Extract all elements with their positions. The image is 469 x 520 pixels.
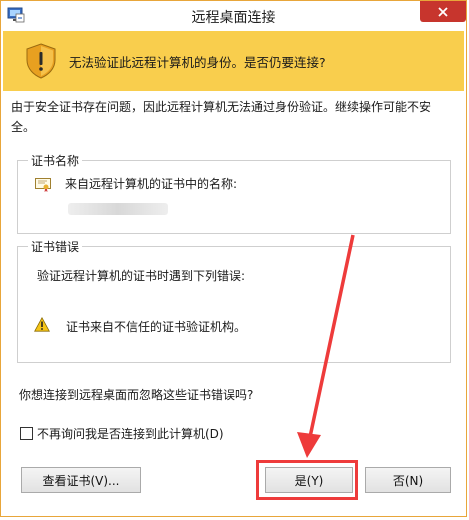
yes-button[interactable]: 是(Y) <box>265 467 353 493</box>
cert-error-group: 证书错误 验证远程计算机的证书时遇到下列错误: 证书来自不信任的证书验证机构。 <box>17 238 451 363</box>
cert-name-group-label: 证书名称 <box>28 152 83 169</box>
cert-name-group: 证书名称 来自远程计算机的证书中的名称: <box>17 152 451 234</box>
warning-triangle-icon <box>34 317 50 332</box>
cert-error-intro: 验证远程计算机的证书时遇到下列错误: <box>37 269 246 283</box>
close-button[interactable] <box>420 1 466 22</box>
description-text: 由于安全证书存在问题，因此远程计算机无法通过身份验证。继续操作可能不安全。 <box>11 100 432 134</box>
cert-error-group-label: 证书错误 <box>28 238 83 255</box>
certificate-icon <box>35 178 51 192</box>
redacted-cert-name <box>68 203 168 215</box>
dont-ask-label[interactable]: 不再询问我是否连接到此计算机(D) <box>37 425 224 442</box>
title-bar[interactable]: 远程桌面连接 <box>1 1 466 31</box>
shield-warning-icon <box>26 43 56 79</box>
banner-message: 无法验证此远程计算机的身份。是否仍要连接? <box>69 55 326 70</box>
no-button[interactable]: 否(N) <box>365 467 451 493</box>
confirm-question: 你想连接到远程桌面而忽略这些证书错误吗? <box>19 388 254 402</box>
view-certificate-button[interactable]: 查看证书(V)... <box>21 467 141 493</box>
warning-banner: 无法验证此远程计算机的身份。是否仍要连接? <box>3 31 464 91</box>
cert-error-message: 证书来自不信任的证书验证机构。 <box>66 320 247 334</box>
cert-name-text: 来自远程计算机的证书中的名称: <box>65 177 238 191</box>
rdp-dialog: 远程桌面连接 无法验证此远程计算机的身份。是否仍要连接? 由于安全证书存在问题，… <box>0 0 467 517</box>
close-icon <box>438 6 448 17</box>
dont-ask-checkbox[interactable] <box>20 427 33 440</box>
window-title: 远程桌面连接 <box>191 10 276 26</box>
